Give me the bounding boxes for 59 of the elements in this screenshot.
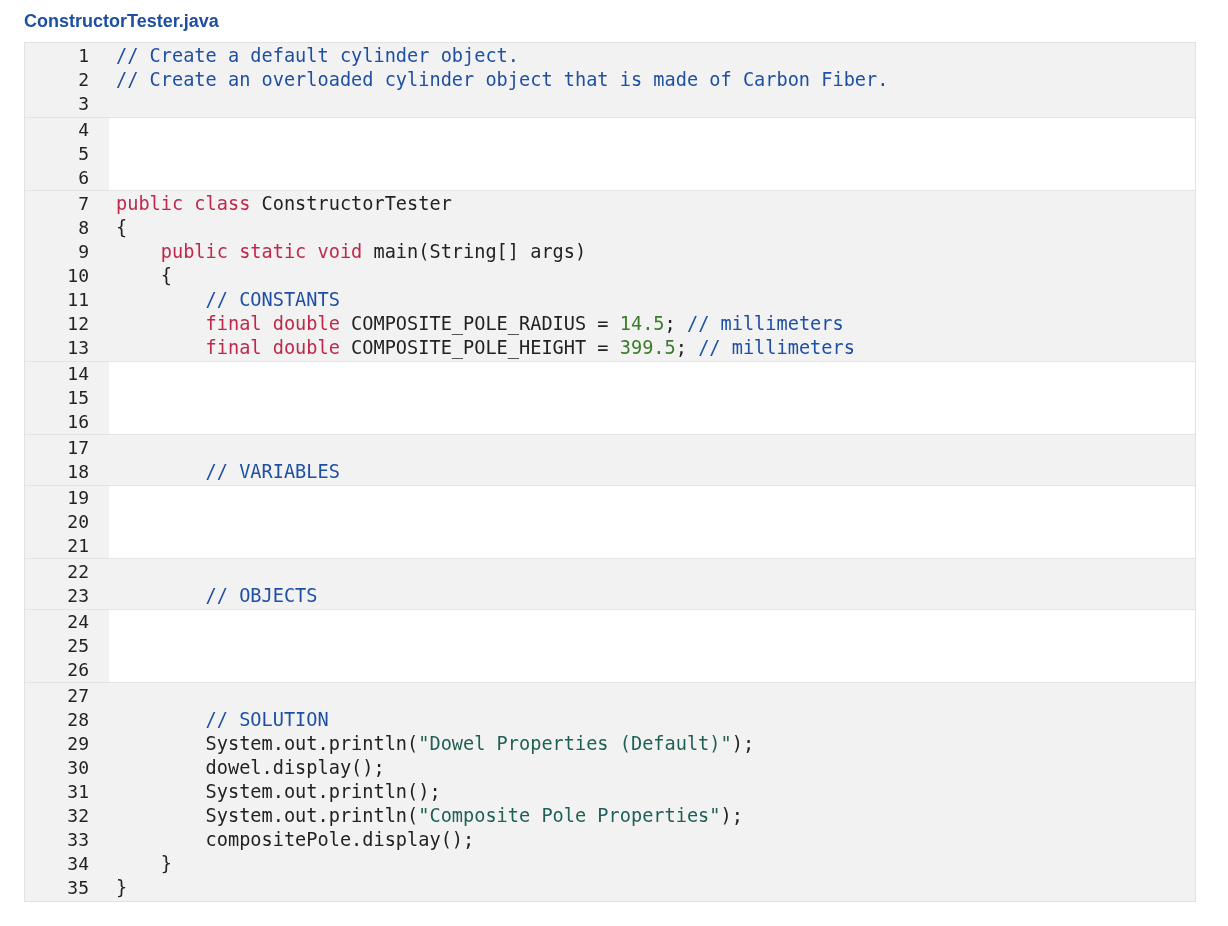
code-line: final double COMPOSITE_POLE_HEIGHT = 399.5; // millimeters bbox=[204, 336, 856, 360]
line-number: 20 bbox=[66, 510, 90, 534]
answer-box[interactable] bbox=[109, 610, 1195, 682]
line-number: 11 bbox=[66, 288, 90, 312]
line-number: 15 bbox=[66, 386, 90, 410]
code-line: // VARIABLES bbox=[204, 460, 341, 484]
code-line: public class ConstructorTester bbox=[116, 192, 453, 216]
line-number: 32 bbox=[66, 804, 90, 828]
code-line: { bbox=[116, 216, 129, 240]
line-number: 14 bbox=[66, 362, 90, 386]
line-number: 34 bbox=[66, 852, 90, 876]
code-line: compositePole.display(); bbox=[204, 828, 476, 852]
line-number: 17 bbox=[66, 436, 90, 460]
answer-box[interactable] bbox=[109, 118, 1195, 190]
line-number: 23 bbox=[66, 584, 90, 608]
line-number: 33 bbox=[66, 828, 90, 852]
line-number: 31 bbox=[66, 780, 90, 804]
code-line: // CONSTANTS bbox=[204, 288, 341, 312]
file-title: ConstructorTester.java bbox=[24, 10, 220, 33]
line-number: 22 bbox=[66, 560, 90, 584]
line-number: 29 bbox=[66, 732, 90, 756]
line-number: 24 bbox=[66, 610, 90, 634]
code-line: dowel.display(); bbox=[204, 756, 386, 780]
line-number: 6 bbox=[77, 166, 90, 190]
code-line: { bbox=[159, 264, 173, 288]
line-number: 25 bbox=[66, 634, 90, 658]
line-number: 30 bbox=[66, 756, 90, 780]
code-line: // SOLUTION bbox=[204, 708, 330, 732]
line-number: 19 bbox=[66, 486, 90, 510]
line-number: 5 bbox=[77, 142, 90, 166]
line-number: 21 bbox=[66, 534, 90, 558]
line-number: 9 bbox=[77, 240, 90, 264]
line-number: 27 bbox=[66, 684, 90, 708]
code-line: System.out.println("Composite Pole Properties"); bbox=[204, 804, 744, 828]
line-number: 28 bbox=[66, 708, 90, 732]
line-number: 13 bbox=[66, 336, 90, 360]
line-number: 7 bbox=[77, 192, 90, 216]
answer-box[interactable] bbox=[109, 486, 1195, 558]
code-line: // Create an overloaded cylinder object that is made of Carbon Fiber. bbox=[116, 68, 890, 92]
code-line: // OBJECTS bbox=[204, 584, 319, 608]
line-number: 35 bbox=[66, 876, 90, 900]
line-number: 4 bbox=[77, 118, 90, 142]
code-line: System.out.println(); bbox=[204, 780, 442, 804]
line-number: 3 bbox=[77, 92, 90, 116]
line-number: 18 bbox=[66, 460, 90, 484]
line-number: 2 bbox=[77, 68, 90, 92]
line-number: 16 bbox=[66, 410, 90, 434]
line-number: 8 bbox=[77, 216, 90, 240]
code-line: System.out.println("Dowel Properties (Default)"); bbox=[204, 732, 756, 756]
code-line: public static void main(String[] args) bbox=[159, 240, 588, 264]
line-number: 12 bbox=[66, 312, 90, 336]
code-line: final double COMPOSITE_POLE_RADIUS = 14.5; // millimeters bbox=[204, 312, 845, 336]
line-number: 26 bbox=[66, 658, 90, 682]
answer-box[interactable] bbox=[109, 362, 1195, 434]
code-line: } bbox=[116, 876, 129, 900]
code-line: // Create a default cylinder object. bbox=[116, 44, 520, 68]
line-number: 1 bbox=[77, 44, 90, 68]
line-number: 10 bbox=[66, 264, 90, 288]
code-line: } bbox=[159, 852, 173, 876]
